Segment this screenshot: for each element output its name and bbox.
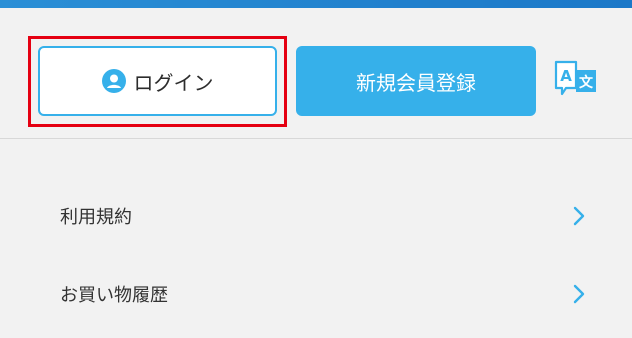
menu-item-label: 利用規約 <box>60 207 132 228</box>
menu-item-label: お買い物履歴 <box>60 285 168 306</box>
menu-item-terms[interactable]: 利用規約 <box>0 184 632 248</box>
translate-icon: A 文 <box>554 60 596 96</box>
chevron-right-icon <box>572 283 586 305</box>
svg-text:A: A <box>560 67 572 85</box>
top-accent-bar <box>0 0 632 8</box>
translate-button[interactable]: A 文 <box>552 58 600 104</box>
menu-item-purchase-history[interactable]: お買い物履歴 <box>0 262 632 326</box>
login-label: ログイン <box>133 70 214 95</box>
login-button[interactable]: ログイン <box>38 46 277 116</box>
register-label: 新規会員登録 <box>356 70 476 95</box>
svg-text:文: 文 <box>579 74 594 91</box>
chevron-right-icon <box>572 205 586 227</box>
user-circle-icon <box>101 69 126 93</box>
register-button[interactable]: 新規会員登録 <box>296 46 536 116</box>
menu-list: 利用規約 お買い物履歴 <box>0 139 632 338</box>
